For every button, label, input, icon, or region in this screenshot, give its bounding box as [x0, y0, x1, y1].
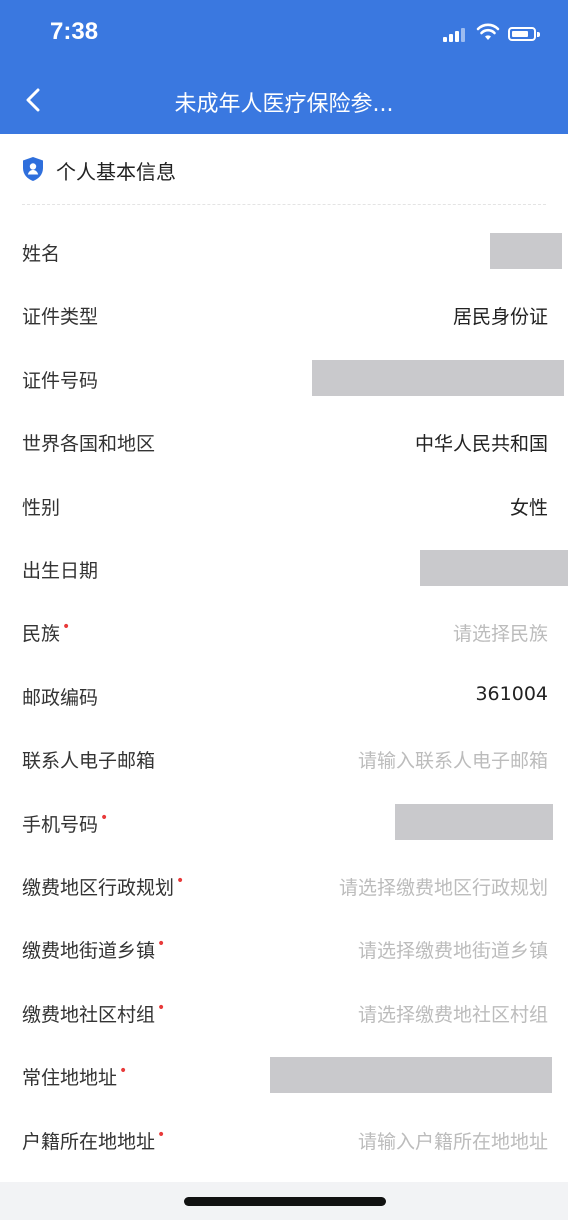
status-bar: 7:38 — [0, 0, 568, 66]
field-value: 居民身份证 — [452, 306, 548, 329]
form-row[interactable]: 性别 女性 — [0, 475, 568, 538]
required-mark: • — [157, 999, 166, 1016]
form-row[interactable]: 手机号码 • — [0, 792, 568, 855]
wifi-icon — [476, 23, 500, 40]
field-label: 缴费地区行政规划 • — [22, 873, 184, 900]
section-divider — [22, 204, 546, 205]
shield-user-icon — [23, 157, 43, 181]
form-row[interactable]: 民族 • 请选择民族 — [0, 601, 568, 664]
field-value: 中华人民共和国 — [414, 433, 548, 456]
section-title: 个人基本信息 — [56, 160, 176, 184]
field-label-text: 姓名 — [22, 243, 61, 265]
redacted-value — [312, 359, 564, 396]
form-content: 个人基本信息 姓名证件类型 居民身份证证件号码世界各国和地区 中华人民共和国性别 女性… — [0, 134, 568, 1220]
form-row[interactable]: 缴费地社区村组 • 请选择缴费地社区村组 — [0, 982, 568, 1045]
field-label: 联系人电子邮箱 — [22, 746, 155, 773]
form-row[interactable]: 证件类型 居民身份证 — [0, 284, 568, 347]
chevron-left-icon[interactable] — [26, 88, 40, 112]
field-value: 女性 — [509, 496, 548, 519]
redacted-value — [420, 550, 568, 586]
field-label-text: 民族 — [22, 623, 61, 646]
form-row[interactable]: 出生日期 — [0, 538, 568, 601]
cellular-signal-icon — [443, 28, 467, 42]
field-label-text: 缴费地街道乡镇 — [22, 940, 156, 963]
form-row[interactable]: 缴费地区行政规划 • 请选择缴费地区行政规划 — [0, 855, 568, 918]
field-label: 手机号码 • — [22, 810, 108, 837]
status-time: 7:38 — [50, 18, 99, 45]
form-row[interactable]: 缴费地街道乡镇 • 请选择缴费地街道乡镇 — [0, 918, 568, 981]
field-placeholder[interactable]: 请选择民族 — [453, 619, 548, 646]
battery-icon — [508, 27, 540, 41]
form-row[interactable]: 户籍所在地地址 • 请输入户籍所在地地址 — [0, 1109, 568, 1172]
field-label-text: 邮政编码 — [22, 686, 99, 709]
field-label: 缴费地街道乡镇 • — [22, 936, 165, 963]
field-label-text: 出生日期 — [22, 560, 99, 582]
field-label: 户籍所在地地址 • — [22, 1127, 165, 1154]
field-label: 世界各国和地区 — [22, 429, 155, 456]
field-label-text: 户籍所在地地址 — [22, 1130, 156, 1153]
field-label: 出生日期 — [22, 556, 98, 583]
home-indicator — [184, 1197, 386, 1206]
redacted-value — [395, 803, 553, 840]
required-mark: • — [100, 809, 109, 826]
field-label: 姓名 — [22, 239, 60, 266]
field-label: 常住地地址 • — [22, 1063, 127, 1090]
field-label: 邮政编码 — [22, 683, 98, 710]
field-label: 性别 — [22, 493, 60, 520]
page-title: 未成年人医疗保险参... — [174, 92, 394, 117]
field-label-text: 缴费地社区村组 — [22, 1003, 156, 1026]
field-value: 361004 — [475, 682, 548, 705]
required-mark: • — [176, 873, 185, 889]
field-placeholder[interactable]: 请输入户籍所在地地址 — [358, 1127, 548, 1154]
form-row[interactable]: 常住地地址 • — [0, 1045, 568, 1108]
field-label: 民族 • — [22, 619, 70, 646]
required-mark: • — [62, 619, 71, 636]
field-label: 缴费地社区村组 • — [22, 1000, 165, 1027]
field-label-text: 常住地地址 — [22, 1067, 118, 1090]
field-label: 证件号码 — [22, 366, 98, 393]
field-placeholder[interactable]: 请输入联系人电子邮箱 — [358, 746, 548, 773]
field-label: 证件类型 — [22, 302, 98, 329]
field-placeholder[interactable]: 请选择缴费地社区村组 — [358, 1000, 548, 1027]
form-row[interactable]: 邮政编码 361004 — [0, 665, 568, 728]
field-label-text: 缴费地区行政规划 — [22, 877, 175, 899]
required-mark: • — [157, 1126, 166, 1143]
back-button[interactable] — [18, 82, 48, 118]
form-row[interactable]: 世界各国和地区 中华人民共和国 — [0, 411, 568, 474]
field-label-text: 性别 — [22, 496, 61, 519]
redacted-value — [270, 1057, 552, 1094]
nav-bar: 未成年人医疗保险参... — [0, 66, 568, 134]
redacted-value — [490, 233, 562, 269]
required-mark: • — [119, 1063, 128, 1080]
required-mark: • — [157, 936, 166, 953]
field-label-text: 联系人电子邮箱 — [22, 750, 156, 773]
field-placeholder[interactable]: 请选择缴费地街道乡镇 — [358, 936, 548, 963]
field-placeholder[interactable]: 请选择缴费地区行政规划 — [339, 873, 548, 900]
form-row[interactable]: 联系人电子邮箱 请输入联系人电子邮箱 — [0, 728, 568, 791]
form-row[interactable]: 证件号码 — [0, 348, 568, 411]
field-label-text: 证件类型 — [22, 306, 99, 329]
field-label-text: 世界各国和地区 — [22, 433, 156, 456]
field-label-text: 证件号码 — [22, 369, 99, 392]
form-row[interactable]: 姓名 — [0, 221, 568, 284]
field-label-text: 手机号码 — [22, 813, 99, 836]
section-header: 个人基本信息 — [0, 134, 568, 204]
